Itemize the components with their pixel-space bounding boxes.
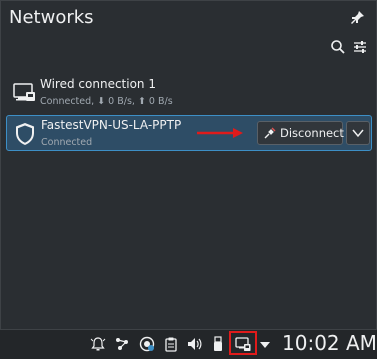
notifications-bell-icon[interactable] bbox=[90, 336, 106, 352]
vpn-shield-icon bbox=[16, 123, 34, 145]
page-title: Networks bbox=[9, 7, 94, 28]
expand-tray-arrow-icon[interactable] bbox=[259, 336, 271, 352]
disconnect-plug-icon bbox=[264, 127, 276, 139]
connection-name: Wired connection 1 bbox=[40, 77, 156, 91]
search-icon[interactable] bbox=[330, 39, 346, 55]
network-tray-icon[interactable] bbox=[235, 336, 251, 352]
connection-name: FastestVPN-US-LA-PPTP bbox=[41, 118, 182, 132]
kde-connect-icon[interactable] bbox=[114, 336, 130, 352]
system-tray: 10:02 AM bbox=[0, 330, 377, 359]
connection-status: Connected, ⬇ 0 B/s, ⬆ 0 B/s bbox=[40, 96, 173, 107]
wired-network-icon bbox=[13, 83, 35, 101]
clock[interactable]: 10:02 AM bbox=[282, 331, 377, 355]
annotation-arrow bbox=[197, 128, 243, 138]
settings-sliders-icon[interactable] bbox=[352, 39, 368, 55]
expand-details-button[interactable] bbox=[346, 121, 370, 145]
updates-icon[interactable] bbox=[139, 336, 155, 352]
networks-popup: Networks Wired connection 1 Connected, ⬇… bbox=[0, 0, 377, 330]
clipboard-icon[interactable] bbox=[163, 336, 179, 352]
chevron-down-icon bbox=[352, 129, 364, 138]
connection-item-vpn[interactable]: FastestVPN-US-LA-PPTP Connected Disconne… bbox=[6, 115, 372, 151]
disconnect-button[interactable]: Disconnect bbox=[257, 121, 344, 145]
connection-item-wired[interactable]: Wired connection 1 Connected, ⬇ 0 B/s, ⬆… bbox=[6, 73, 372, 113]
pin-icon[interactable] bbox=[348, 9, 366, 27]
usb-device-icon[interactable] bbox=[210, 336, 226, 352]
disconnect-label: Disconnect bbox=[280, 126, 344, 140]
volume-icon[interactable] bbox=[186, 336, 202, 352]
connection-status: Connected bbox=[41, 137, 93, 148]
